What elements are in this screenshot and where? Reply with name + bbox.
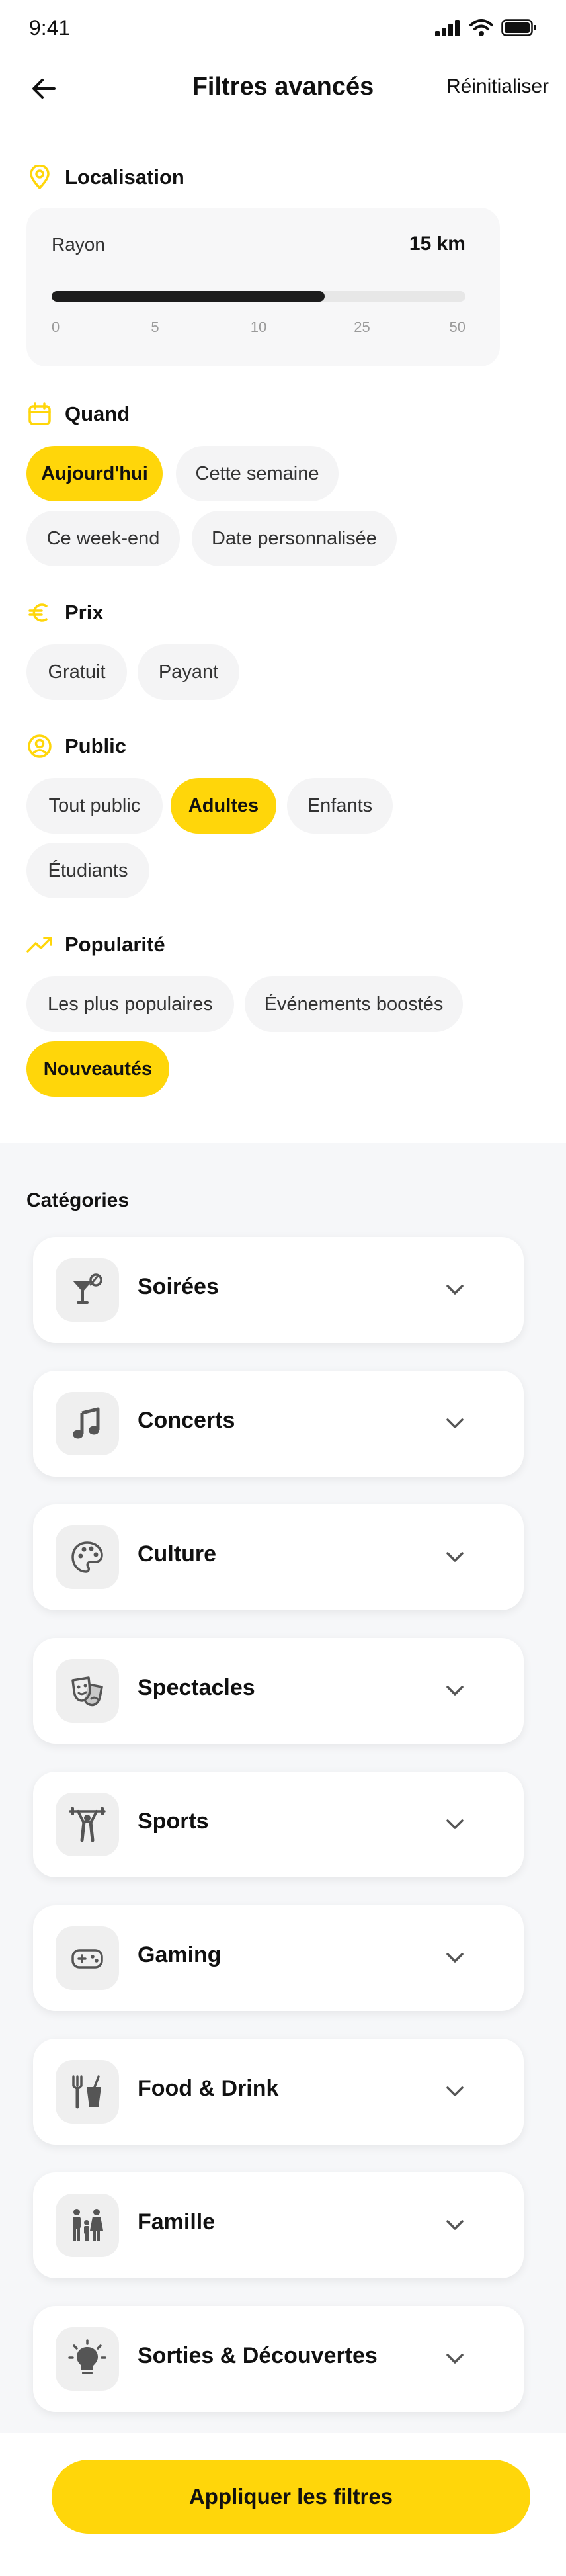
chevron-down-icon [444, 1547, 465, 1568]
chevron-down-icon [444, 1680, 465, 1701]
wifi-icon [469, 19, 493, 36]
chip-most-popular[interactable]: Les plus populaires [26, 976, 234, 1032]
cocktail-icon [56, 1258, 119, 1322]
section-location-title: Localisation [65, 165, 184, 189]
category-label: Spectacles [138, 1675, 255, 1700]
radius-tick-label: 0 [52, 319, 60, 335]
chip-new[interactable]: Nouveautés [26, 1041, 169, 1097]
arrow-left-icon [32, 79, 56, 99]
trending-up-icon [26, 931, 53, 958]
calendar-icon [26, 401, 53, 427]
chip-this-week[interactable]: Cette semaine [176, 446, 339, 501]
section-price: Prix [26, 599, 104, 626]
family-icon [56, 2194, 119, 2257]
chip-all-ages[interactable]: Tout public [26, 778, 163, 834]
radius-slider[interactable] [52, 291, 465, 302]
category-concerts[interactable]: Concerts [33, 1371, 524, 1477]
category-sports[interactable]: Sports [33, 1772, 524, 1877]
signal-icon [435, 20, 460, 36]
section-popularity: Popularité [26, 931, 165, 958]
status-time: 9:41 [29, 16, 71, 40]
category-label: Sports [138, 1809, 209, 1834]
apply-filters-button[interactable]: Appliquer les filtres [52, 2460, 530, 2534]
radius-tick-label: 10 [250, 319, 267, 335]
radius-tick-label: 50 [449, 319, 465, 335]
category-label: Sorties & Découvertes [138, 2343, 378, 2368]
status-bar: 9:41 [0, 0, 566, 53]
category-label: Food & Drink [138, 2076, 279, 2101]
category-culture[interactable]: Culture [33, 1504, 524, 1610]
section-location: Localisation [26, 164, 184, 191]
chip-weekend[interactable]: Ce week-end [26, 511, 180, 566]
section-audience-title: Public [65, 734, 127, 757]
category-famille[interactable]: Famille [33, 2172, 524, 2278]
category-label: Soirées [138, 1274, 219, 1299]
chevron-down-icon [444, 2081, 465, 2102]
section-popularity-title: Popularité [65, 933, 165, 956]
chevron-down-icon [444, 1814, 465, 1835]
music-note-icon [56, 1392, 119, 1455]
chevron-down-icon [444, 1948, 465, 1969]
back-button[interactable] [26, 71, 61, 106]
categories-section: Catégories Soirées Concerts Culture Spec… [0, 1143, 566, 2433]
palette-icon [56, 1525, 119, 1589]
battery-icon [501, 19, 536, 36]
category-label: Gaming [138, 1942, 222, 1967]
system-icons [435, 19, 537, 37]
header: Filtres avancés Réinitialiser [0, 60, 566, 118]
section-price-title: Prix [65, 601, 104, 624]
chip-paid[interactable]: Payant [138, 644, 239, 700]
euro-icon [26, 599, 53, 626]
category-spectacles[interactable]: Spectacles [33, 1638, 524, 1744]
chevron-down-icon [444, 2215, 465, 2236]
section-when: Quand [26, 401, 130, 427]
radius-ticks: 0 5 10 25 50 [52, 319, 465, 339]
radius-slider-fill [52, 291, 325, 302]
weightlifting-icon [56, 1793, 119, 1856]
chevron-down-icon [444, 2348, 465, 2370]
user-circle-icon [26, 733, 53, 759]
lightbulb-icon [56, 2327, 119, 2391]
radius-tick-label: 5 [151, 319, 159, 335]
chip-children[interactable]: Enfants [287, 778, 393, 834]
chevron-down-icon [444, 1279, 465, 1301]
category-soirees[interactable]: Soirées [33, 1237, 524, 1343]
radius-value: 15 km [409, 233, 465, 255]
chip-custom-date[interactable]: Date personnalisée [192, 511, 397, 566]
chip-adults[interactable]: Adultes [171, 778, 276, 834]
category-label: Culture [138, 1541, 216, 1567]
section-audience: Public [26, 733, 126, 759]
chip-boosted-events[interactable]: Événements boostés [245, 976, 463, 1032]
chip-today[interactable]: Aujourd'hui [26, 446, 163, 501]
fork-knife-cup-icon [56, 2060, 119, 2124]
chevron-down-icon [444, 1413, 465, 1434]
category-label: Concerts [138, 1408, 235, 1433]
map-pin-icon [26, 164, 53, 191]
radius-label: Rayon [52, 234, 105, 255]
category-sorties-decouvertes[interactable]: Sorties & Découvertes [33, 2306, 524, 2412]
radius-tick-label: 25 [354, 319, 370, 335]
chip-free[interactable]: Gratuit [26, 644, 127, 700]
chip-students[interactable]: Étudiants [26, 843, 149, 898]
category-food-drink[interactable]: Food & Drink [33, 2039, 524, 2145]
theater-masks-icon [56, 1659, 119, 1723]
categories-title: Catégories [26, 1189, 130, 1211]
section-when-title: Quand [65, 402, 130, 425]
category-gaming[interactable]: Gaming [33, 1905, 524, 2011]
reset-button[interactable]: Réinitialiser [446, 75, 549, 98]
category-label: Famille [138, 2210, 216, 2235]
radius-card: Rayon 15 km 0 5 10 25 50 [26, 208, 500, 366]
gamepad-icon [56, 1926, 119, 1990]
